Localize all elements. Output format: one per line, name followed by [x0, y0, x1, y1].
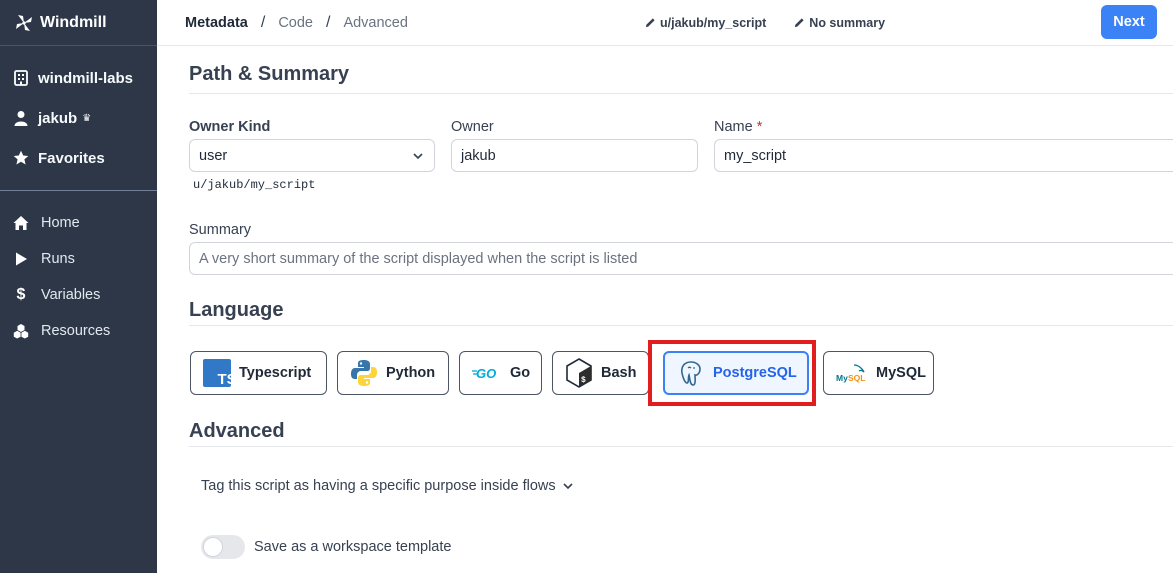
section-divider — [189, 325, 1173, 326]
owner-value: jakub — [461, 147, 496, 164]
script-path: u/jakub/my_script — [660, 15, 767, 30]
sidebar-item-label: Favorites — [38, 149, 105, 167]
crumb-separator: / — [260, 13, 266, 31]
svg-text:My: My — [836, 373, 848, 383]
svg-text:GO: GO — [476, 366, 496, 381]
script-path-edit[interactable]: u/jakub/my_script — [645, 16, 766, 30]
sidebar-item-variables[interactable]: $ Variables — [0, 277, 157, 313]
summary-status: No summary — [809, 15, 886, 30]
go-icon: GO — [472, 366, 496, 381]
workspace-group: windmill-labs jakub ♛ Favorites — [0, 46, 157, 191]
sidebar: Windmill windmill-labs jakub ♛ Favorites — [0, 0, 157, 573]
owner-kind-label: Owner Kind — [189, 119, 271, 135]
section-title-advanced: Advanced — [189, 420, 285, 442]
sidebar-item-label: Resources — [41, 323, 111, 339]
language-label: Go — [510, 365, 531, 381]
section-divider — [189, 93, 1173, 94]
sidebar-item-label: Home — [41, 215, 80, 231]
pencil-icon — [795, 18, 804, 28]
workspace-template-switch[interactable] — [201, 535, 245, 559]
star-icon — [12, 149, 30, 167]
svg-text:$: $ — [581, 376, 586, 385]
language-go[interactable]: GO Go — [459, 351, 542, 395]
language-label: Typescript — [239, 365, 312, 381]
building-icon — [12, 69, 30, 87]
chevron-down-icon — [413, 153, 423, 160]
section-title-path-summary: Path & Summary — [189, 63, 350, 85]
owner-kind-value: user — [199, 147, 228, 164]
owner-field[interactable]: jakub — [451, 139, 698, 172]
sidebar-item-label: Runs — [41, 251, 75, 267]
pencil-icon — [645, 18, 655, 28]
name-label-text: Name — [714, 119, 753, 135]
sidebar-item-favorites[interactable]: Favorites — [0, 138, 157, 178]
name-label: Name * — [714, 119, 762, 135]
language-label: Bash — [601, 365, 637, 381]
selection-highlight — [648, 340, 816, 406]
nav-group: Home Runs $ Variables Resources — [0, 191, 157, 349]
dollar-icon: $ — [16, 286, 26, 303]
summary-input[interactable]: A very short summary of the script displ… — [189, 242, 1173, 275]
language-label: MySQL — [876, 365, 926, 381]
language-options: TS Typescript Python GO Go $ Bash Postgr… — [190, 351, 934, 395]
crumb-metadata[interactable]: Metadata — [185, 15, 248, 31]
path-hint: u/jakub/my_script — [193, 178, 316, 192]
crumb-separator: / — [325, 13, 331, 31]
switch-knob — [203, 537, 223, 557]
python-icon — [351, 360, 377, 386]
sidebar-item-workspace[interactable]: windmill-labs — [0, 58, 157, 98]
section-divider — [189, 446, 1173, 447]
sidebar-item-runs[interactable]: Runs — [0, 241, 157, 277]
language-label: Python — [386, 365, 436, 381]
chevron-down-icon — [563, 483, 573, 490]
cubes-icon — [12, 322, 30, 340]
owner-kind-select[interactable]: user — [189, 139, 435, 172]
brand-name: Windmill — [40, 13, 107, 31]
play-icon — [12, 250, 30, 268]
workspace-template-label: Save as a workspace template — [254, 539, 452, 555]
owner-label: Owner — [451, 119, 494, 135]
language-bash[interactable]: $ Bash — [552, 351, 649, 395]
svg-text:TS: TS — [218, 371, 232, 387]
tag-purpose-toggle[interactable]: Tag this script as having a specific pur… — [201, 478, 574, 494]
top-bar: Metadata / Code / Advanced u/jakub/my_sc… — [157, 0, 1173, 46]
crumb-code[interactable]: Code — [278, 15, 313, 31]
crown-icon: ♛ — [82, 112, 92, 124]
script-meta: u/jakub/my_script No summary — [645, 16, 885, 30]
language-typescript[interactable]: TS Typescript — [190, 351, 327, 395]
workspace-template-row: Save as a workspace template — [201, 535, 451, 559]
name-value: my_script — [724, 147, 787, 164]
breadcrumb: Metadata / Code / Advanced — [185, 14, 408, 32]
crumb-advanced[interactable]: Advanced — [343, 15, 408, 31]
language-mysql[interactable]: My SQL MySQL — [823, 351, 934, 395]
sidebar-item-label: windmill-labs — [38, 69, 134, 87]
home-icon — [12, 214, 30, 232]
sidebar-item-user[interactable]: jakub ♛ — [0, 98, 157, 138]
sidebar-item-home[interactable]: Home — [0, 205, 157, 241]
mysql-icon: My SQL — [836, 364, 865, 383]
sidebar-item-label: jakub — [38, 109, 78, 127]
required-mark: * — [756, 119, 763, 135]
svg-text:SQL: SQL — [848, 373, 865, 383]
user-icon — [12, 109, 30, 127]
summary-label: Summary — [189, 222, 252, 238]
windmill-logo-icon — [16, 14, 32, 31]
summary-edit[interactable]: No summary — [794, 16, 885, 30]
bash-icon: $ — [566, 358, 592, 388]
tag-purpose-label: Tag this script as having a specific pur… — [201, 478, 556, 494]
next-button[interactable]: Next — [1101, 5, 1157, 39]
typescript-icon: TS — [203, 359, 231, 387]
section-title-language: Language — [189, 299, 284, 321]
name-field[interactable]: my_script — [714, 139, 1173, 172]
summary-placeholder: A very short summary of the script displ… — [199, 250, 638, 267]
sidebar-item-label: Variables — [41, 287, 101, 303]
sidebar-item-resources[interactable]: Resources — [0, 313, 157, 349]
brand[interactable]: Windmill — [0, 0, 157, 46]
language-python[interactable]: Python — [337, 351, 449, 395]
